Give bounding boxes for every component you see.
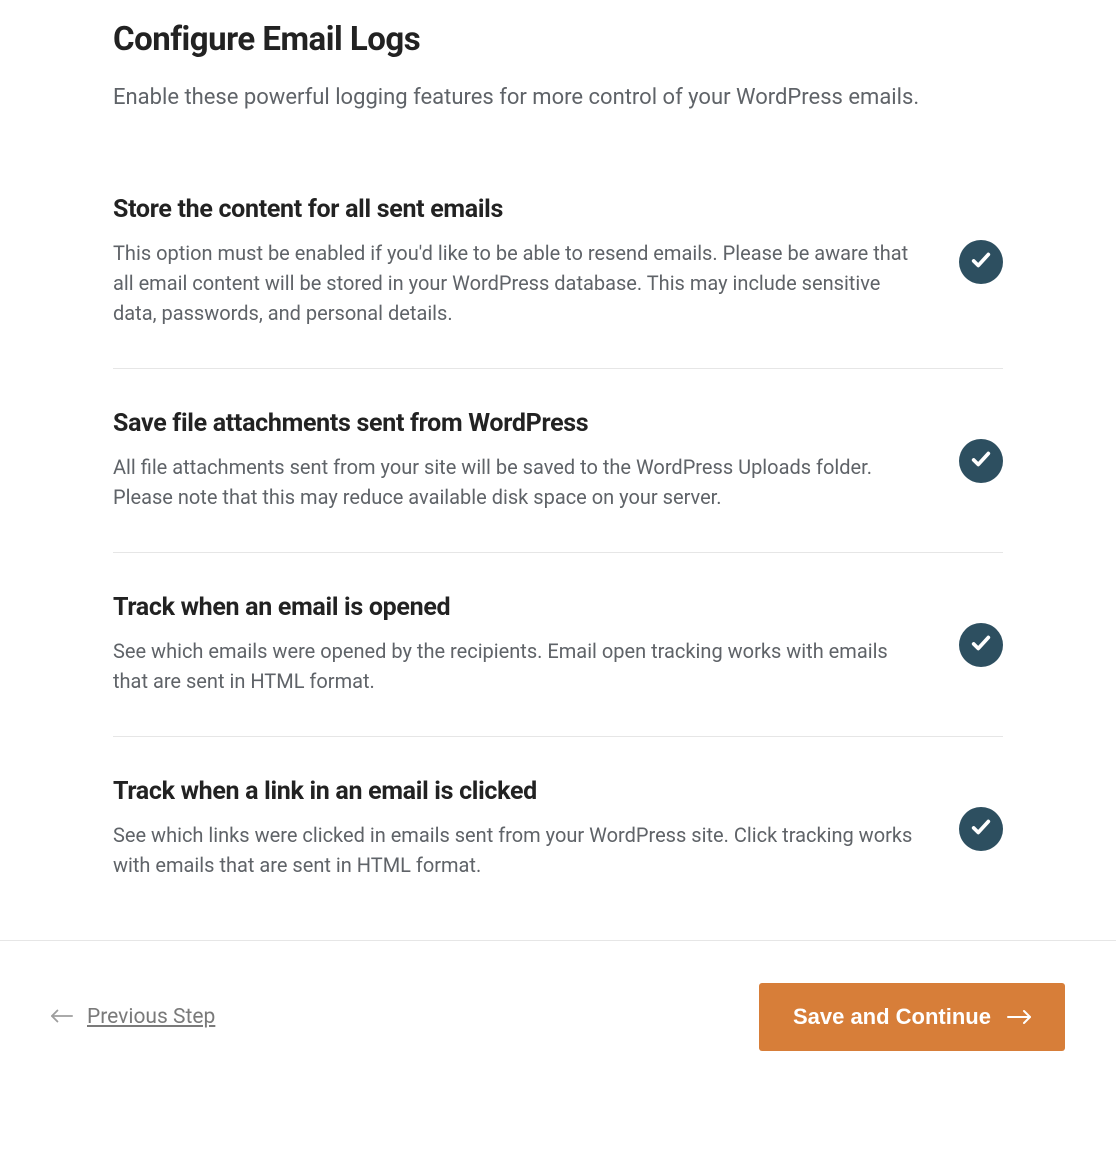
previous-step-label: Previous Step [87, 1005, 215, 1029]
option-description: See which links were clicked in emails s… [113, 820, 919, 880]
option-track-opened: Track when an email is opened See which … [113, 593, 1003, 737]
option-title: Track when a link in an email is clicked [113, 777, 919, 806]
arrow-left-icon [51, 1005, 73, 1029]
check-icon [970, 816, 992, 842]
option-text: Save file attachments sent from WordPres… [113, 409, 919, 512]
check-icon [970, 249, 992, 275]
footer-bar: Previous Step Save and Continue [0, 940, 1116, 1093]
save-continue-label: Save and Continue [793, 1004, 991, 1030]
check-icon [970, 632, 992, 658]
settings-content: Configure Email Logs Enable these powerf… [0, 0, 1116, 940]
option-description: All file attachments sent from your site… [113, 452, 919, 512]
option-description: See which emails were opened by the reci… [113, 636, 919, 696]
option-description: This option must be enabled if you'd lik… [113, 238, 919, 328]
option-title: Track when an email is opened [113, 593, 919, 622]
option-text: Track when a link in an email is clicked… [113, 777, 919, 880]
option-title: Store the content for all sent emails [113, 195, 919, 224]
option-text: Store the content for all sent emails Th… [113, 195, 919, 328]
check-icon [970, 448, 992, 474]
toggle-track-clicked[interactable] [959, 807, 1003, 851]
option-save-attachments: Save file attachments sent from WordPres… [113, 409, 1003, 553]
option-title: Save file attachments sent from WordPres… [113, 409, 919, 438]
option-store-content: Store the content for all sent emails Th… [113, 195, 1003, 369]
save-continue-button[interactable]: Save and Continue [759, 983, 1065, 1051]
arrow-right-icon [1007, 1004, 1031, 1030]
option-text: Track when an email is opened See which … [113, 593, 919, 696]
page-subtitle: Enable these powerful logging features f… [113, 81, 1003, 115]
toggle-track-opened[interactable] [959, 623, 1003, 667]
previous-step-link[interactable]: Previous Step [51, 1005, 215, 1029]
toggle-store-content[interactable] [959, 240, 1003, 284]
toggle-save-attachments[interactable] [959, 439, 1003, 483]
option-track-clicked: Track when a link in an email is clicked… [113, 777, 1003, 880]
page-title: Configure Email Logs [113, 20, 1003, 59]
